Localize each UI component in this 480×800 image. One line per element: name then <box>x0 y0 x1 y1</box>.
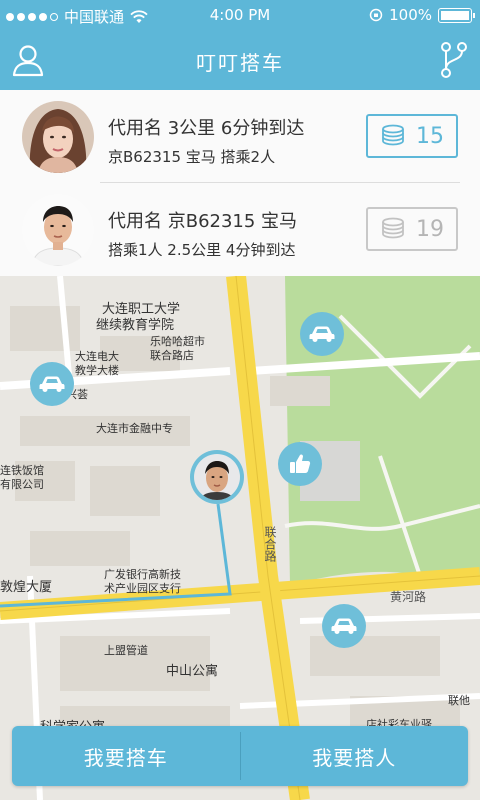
selected-driver-pin[interactable] <box>190 450 244 504</box>
map-label: 教学大楼 <box>75 364 119 377</box>
coin-stack-icon <box>382 217 404 239</box>
bottom-action-bar: 我要搭车 我要搭人 <box>12 726 468 786</box>
coin-count: 19 <box>416 216 444 242</box>
map-label: 联他 <box>448 694 470 707</box>
driver-line1: 代用名 京B62315 宝马 <box>108 211 298 232</box>
battery-icon <box>438 7 475 23</box>
thumbs-up-pin[interactable] <box>278 442 322 486</box>
thumbs-up-icon <box>290 454 311 473</box>
map-label: 上盟管道 <box>104 644 148 657</box>
driver-pin-avatar <box>194 454 240 500</box>
car-icon <box>331 618 357 634</box>
page-title: 叮叮搭车 <box>196 51 284 75</box>
car-pin[interactable] <box>322 604 366 648</box>
driver-row[interactable]: 代用名 京B62315 宝马 搭乘1人 2.5公里 4分钟到达 19 <box>0 183 480 276</box>
coin-badge[interactable]: 19 <box>366 207 458 251</box>
driver-list: 代用名 3公里 6分钟到达 京B62315 宝马 搭乘2人 15 代用名 京B6… <box>0 90 480 276</box>
status-right: 100% <box>369 6 475 24</box>
car-icon <box>39 376 65 392</box>
need-ride-button[interactable]: 我要搭车 <box>12 726 240 786</box>
map-label: 中山公寓 <box>166 664 219 679</box>
driver-avatar <box>22 194 94 266</box>
map-label: 联合路店 <box>150 349 194 362</box>
car-icon <box>309 326 335 342</box>
map-label: 继续教育学院 <box>96 318 175 333</box>
road-label: 联合路 <box>263 526 277 562</box>
battery-percent: 100% <box>389 6 432 24</box>
branch-icon[interactable] <box>438 40 470 80</box>
coin-stack-icon <box>382 124 404 146</box>
offer-ride-button[interactable]: 我要搭人 <box>241 726 469 786</box>
driver-avatar <box>22 101 94 173</box>
driver-line1: 代用名 3公里 6分钟到达 <box>108 118 305 139</box>
nav-bar: 叮叮搭车 <box>0 30 480 90</box>
map-label: 有限公司 <box>0 478 44 491</box>
car-pin[interactable] <box>30 362 74 406</box>
coin-badge[interactable]: 15 <box>366 114 458 158</box>
driver-row[interactable]: 代用名 3公里 6分钟到达 京B62315 宝马 搭乘2人 15 <box>0 90 480 183</box>
map-label: 大连市金融中专 <box>96 422 173 435</box>
car-pin[interactable] <box>300 312 344 356</box>
road-label: 黄河路 <box>390 590 427 604</box>
orientation-lock-icon <box>369 8 383 22</box>
driver-line2: 搭乘1人 2.5公里 4分钟到达 <box>108 241 296 259</box>
coin-count: 15 <box>416 123 444 149</box>
map-view[interactable]: 大连职工大学 继续教育学院 大连电大 教学大楼 乐哈哈超市 联合路店 兴荟 大连… <box>0 276 480 800</box>
map-label: 敦煌大厦 <box>0 580 53 595</box>
driver-line2: 京B62315 宝马 搭乘2人 <box>108 148 276 166</box>
map-label: 术产业园区支行 <box>104 582 181 595</box>
status-bar: 中国联通 4:00 PM 100% <box>0 0 480 30</box>
